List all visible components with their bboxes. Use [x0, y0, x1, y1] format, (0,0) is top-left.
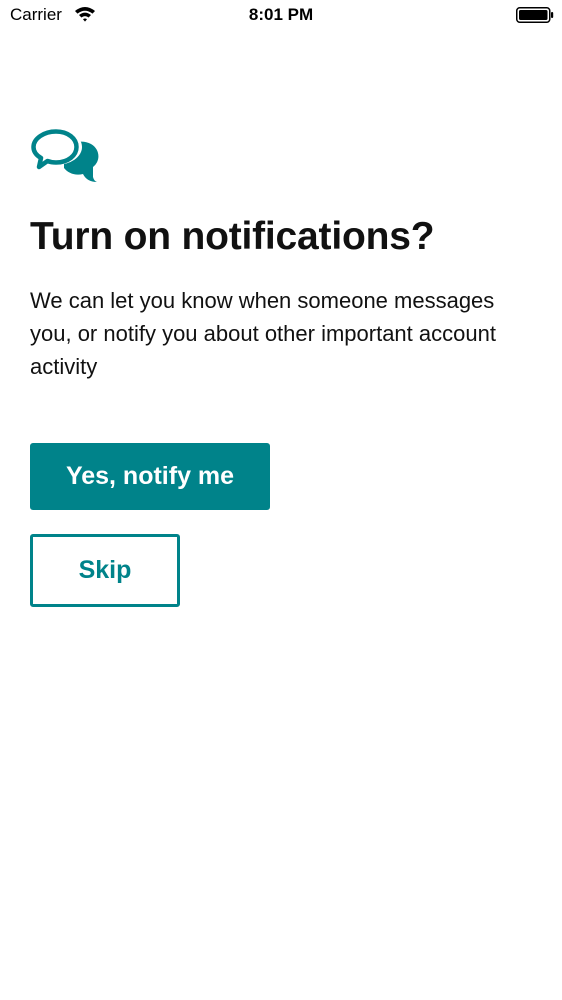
notification-description: We can let you know when someone message… — [30, 288, 496, 379]
status-time: 8:01 PM — [248, 5, 314, 24]
page-title: Turn on notifications? — [30, 215, 435, 258]
skip-button[interactable]: Skip — [30, 534, 180, 607]
battery-full-icon — [516, 7, 554, 23]
yes-notify-me-button[interactable]: Yes, notify me — [30, 443, 270, 510]
chat-bubbles-icon — [30, 129, 99, 182]
status-bar: Carrier 8:01 PM — [0, 0, 562, 30]
